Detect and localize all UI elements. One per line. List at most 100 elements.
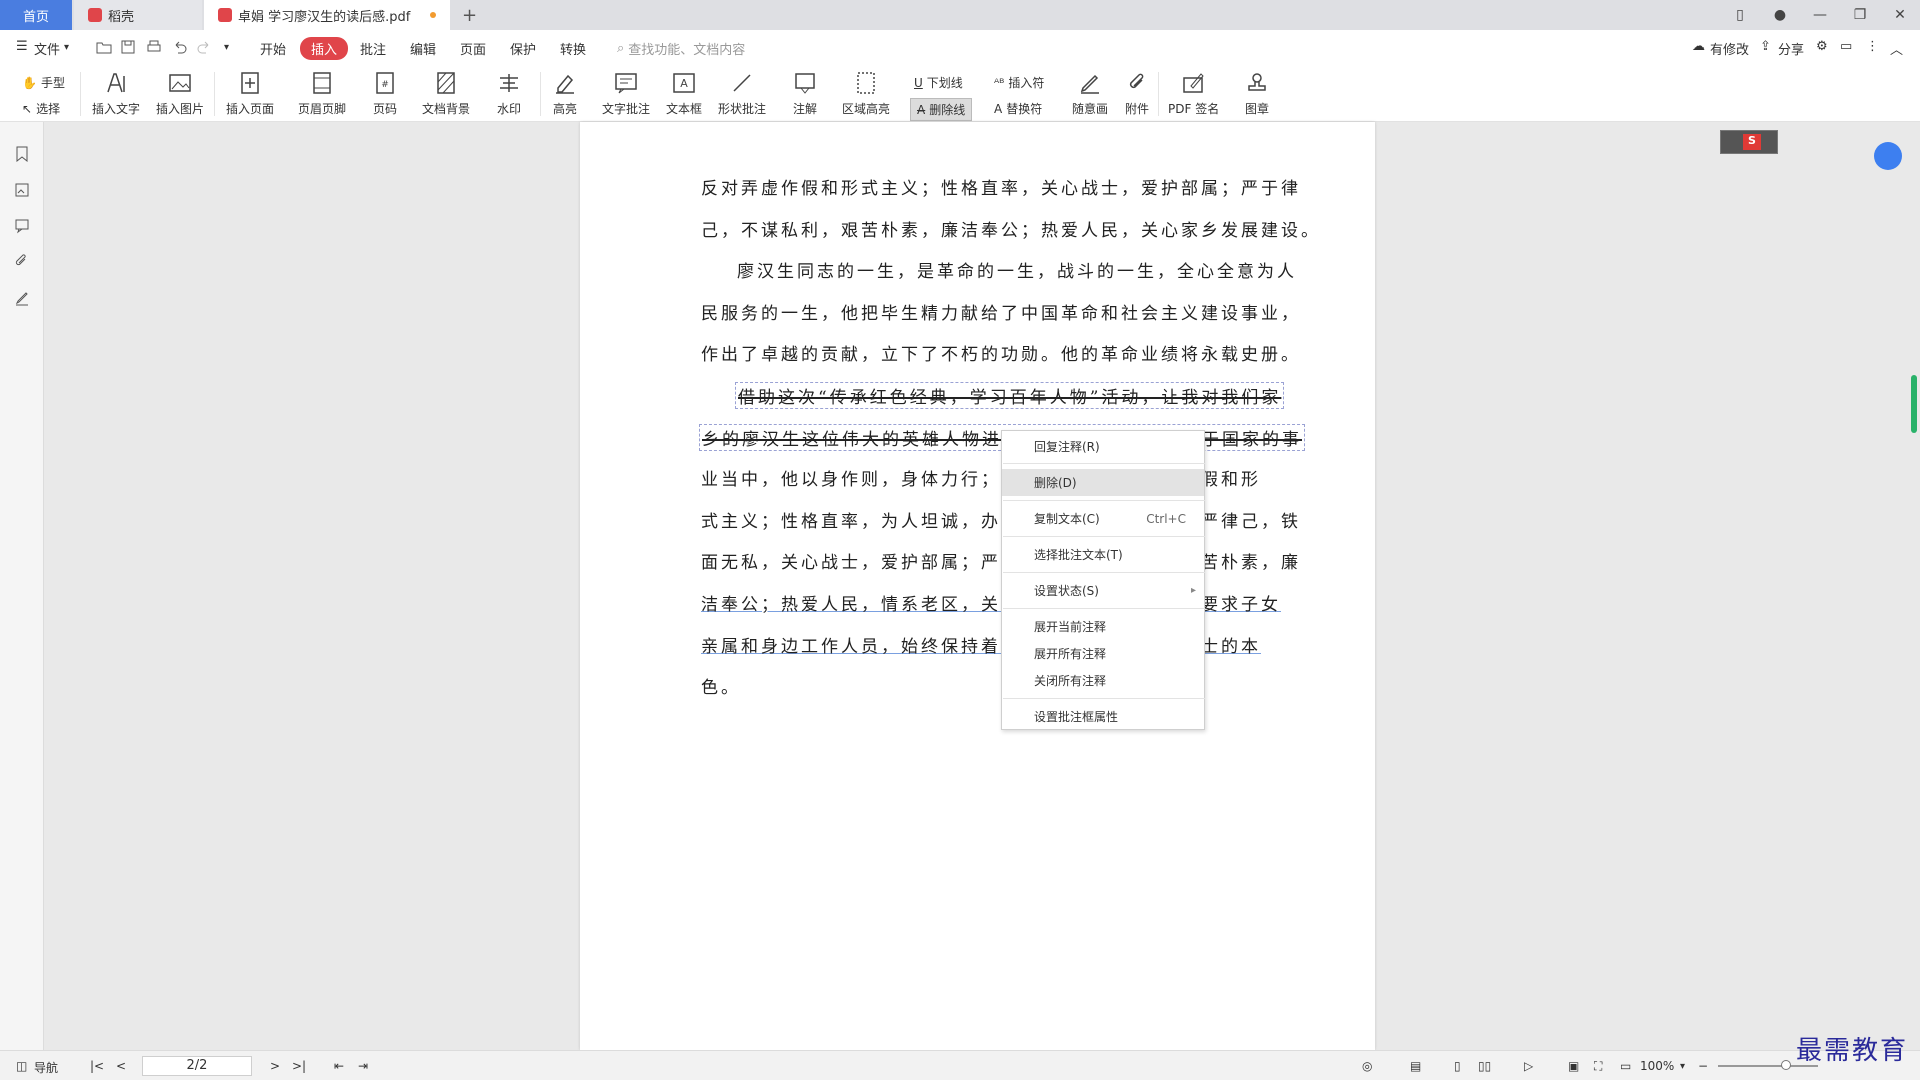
zoom-dropdown-icon[interactable]: ▾ — [1680, 1061, 1685, 1072]
gear-icon[interactable]: ⚙ — [1816, 39, 1828, 54]
close-all-item[interactable]: 关闭所有注释 — [1002, 667, 1204, 694]
copy-text-item[interactable]: 复制文本(C) Ctrl+C — [1002, 505, 1204, 532]
shape-comment-button[interactable]: 形状批注 — [718, 70, 766, 117]
doc-background-button[interactable]: 文档背景 — [422, 70, 470, 117]
eye-protect-icon[interactable]: ◎ — [1362, 1059, 1372, 1073]
undo-icon[interactable] — [172, 39, 188, 55]
select-comment-text-item[interactable]: 选择批注文本(T) — [1002, 541, 1204, 568]
full-width-icon[interactable]: ▤ — [1410, 1059, 1421, 1073]
doc-line: 廖汉生同志的一生，是革命的一生，战斗的一生，全心全意为人 — [737, 262, 1297, 282]
tab-document[interactable]: 卓娟 学习廖汉生的读后感.pdf — [204, 0, 450, 30]
single-page-icon[interactable]: ▯ — [1454, 1059, 1461, 1073]
text-comment-button[interactable]: 文字批注 — [602, 70, 650, 117]
annotation-button[interactable]: 注解 — [792, 70, 818, 117]
signature-panel-icon[interactable] — [14, 290, 30, 306]
print-icon[interactable] — [146, 39, 162, 55]
actual-size-icon[interactable]: ▣ — [1568, 1059, 1579, 1073]
underline-button[interactable]: U 下划线 — [914, 74, 963, 91]
menu-comment[interactable]: 批注 — [360, 39, 386, 58]
strikethrough-annotation[interactable]: 借助这次“传承红色经典，学习百年人物”活动，让我对我们家 — [735, 382, 1285, 409]
insert-text-label: 插入文字 — [92, 102, 141, 116]
nav-panel-icon[interactable]: ◫ — [16, 1059, 27, 1073]
thumbnail-icon[interactable] — [14, 182, 30, 198]
delete-comment-item[interactable]: 删除(D) — [1002, 469, 1204, 496]
hand-tool[interactable]: ✋ 手型 — [22, 74, 65, 91]
page-layout-icon[interactable]: ▯ — [1720, 7, 1760, 23]
comment-list-icon[interactable] — [14, 218, 30, 234]
stamp-button[interactable]: 图章 — [1244, 70, 1270, 117]
menu-page[interactable]: 页面 — [460, 39, 486, 58]
forward-icon[interactable]: ⇥ — [358, 1059, 368, 1073]
copy-shortcut: Ctrl+C — [1146, 511, 1186, 526]
open-folder-icon[interactable] — [96, 39, 112, 55]
insert-text-button[interactable]: 插入文字 — [92, 70, 140, 117]
minimize-button[interactable]: — — [1800, 7, 1840, 23]
text-box-button[interactable]: A 文本框 — [666, 70, 702, 117]
more-icon[interactable]: ⋮ — [1866, 39, 1879, 54]
insert-text-icon — [107, 73, 125, 93]
next-page-icon[interactable]: > — [270, 1059, 280, 1073]
avatar[interactable]: ● — [1760, 7, 1800, 23]
menu-convert[interactable]: 转换 — [560, 39, 586, 58]
menu-start[interactable]: 开始 — [260, 39, 286, 58]
insert-page-button[interactable]: 插入页面 — [226, 70, 274, 117]
file-menu-icon[interactable]: ☰ — [16, 39, 28, 54]
select-tool[interactable]: ↖ 选择 — [22, 100, 60, 117]
share-button[interactable]: 分享 — [1778, 39, 1804, 58]
new-tab-button[interactable]: + — [462, 5, 477, 26]
comment-box-properties-item[interactable]: 设置批注框属性 — [1002, 703, 1204, 730]
insert-image-button[interactable]: 插入图片 — [156, 70, 204, 117]
header-footer-button[interactable]: 页眉页脚 — [298, 70, 346, 117]
has-changes-button[interactable]: 有修改 — [1710, 39, 1749, 58]
zoom-level[interactable]: 100% — [1640, 1059, 1674, 1073]
menu-protect[interactable]: 保护 — [510, 39, 536, 58]
customize-quickbar-icon[interactable]: ▾ — [224, 42, 229, 53]
zoom-slider-handle[interactable] — [1781, 1060, 1791, 1070]
fit-page-icon[interactable]: ⛶ — [1594, 1059, 1602, 1074]
page-number-button[interactable]: # 页码 — [372, 70, 398, 117]
insert-char-label: 插入符 — [1008, 76, 1045, 90]
watermark-button[interactable]: 水印 — [496, 70, 522, 117]
bookmark-icon[interactable] — [14, 146, 30, 162]
nav-button[interactable]: 导航 — [34, 1059, 58, 1076]
restore-button[interactable]: ❐ — [1840, 7, 1880, 23]
tab-home[interactable]: 首页 — [0, 0, 72, 30]
expand-current-item[interactable]: 展开当前注释 — [1002, 613, 1204, 640]
replace-char-button[interactable]: A 替换符 — [994, 100, 1042, 117]
insert-char-button[interactable]: ᴬᴮ 插入符 — [994, 74, 1044, 91]
last-page-icon[interactable]: >| — [292, 1059, 306, 1073]
prev-page-icon[interactable]: < — [116, 1059, 126, 1073]
attachment-panel-icon[interactable] — [14, 254, 30, 270]
back-icon[interactable]: ⇤ — [334, 1059, 344, 1073]
highlight-button[interactable]: 高亮 — [552, 70, 578, 117]
collapse-ribbon-icon[interactable]: ︿ — [1890, 39, 1903, 58]
zoom-out-icon[interactable]: − — [1698, 1059, 1708, 1073]
close-button[interactable]: ✕ — [1880, 7, 1920, 23]
float-assistant-icon[interactable] — [1874, 142, 1902, 170]
area-highlight-button[interactable]: 区域高亮 — [842, 70, 890, 117]
set-status-item[interactable]: 设置状态(S) ▸ — [1002, 577, 1204, 604]
menu-edit[interactable]: 编辑 — [410, 39, 436, 58]
pdf-sign-button[interactable]: PDF 签名 — [1168, 70, 1219, 117]
save-icon[interactable] — [120, 39, 136, 55]
expand-all-item[interactable]: 展开所有注释 — [1002, 640, 1204, 667]
double-page-icon[interactable]: ▯▯ — [1478, 1059, 1491, 1073]
context-menu: 回复注释(R) 删除(D) 复制文本(C) Ctrl+C 选择批注文本(T) 设… — [1001, 430, 1205, 730]
search-input[interactable]: ⌕ 查找功能、文档内容 — [617, 39, 745, 58]
ime-toolbar[interactable]: S — [1720, 130, 1778, 154]
redo-icon[interactable] — [196, 39, 212, 55]
first-page-icon[interactable]: |< — [90, 1059, 104, 1073]
attachment-button[interactable]: 附件 — [1124, 70, 1150, 117]
vertical-scrollbar[interactable] — [1911, 375, 1917, 433]
play-icon[interactable]: ▷ — [1524, 1059, 1533, 1073]
chevron-down-icon[interactable]: ▾ — [64, 42, 69, 53]
fit-width-icon[interactable]: ▭ — [1620, 1059, 1631, 1073]
strikethrough-button[interactable]: A 删除线 — [910, 98, 973, 121]
page-number-input[interactable]: 2/2 — [142, 1056, 252, 1076]
comment-icon[interactable]: ▭ — [1840, 39, 1852, 54]
tab-daoke[interactable]: 稻壳 — [74, 0, 202, 30]
menu-insert[interactable]: 插入 — [300, 37, 349, 60]
reply-comment-item[interactable]: 回复注释(R) — [1002, 433, 1204, 460]
file-menu[interactable]: 文件 — [34, 39, 60, 58]
freehand-button[interactable]: 随意画 — [1072, 70, 1108, 117]
